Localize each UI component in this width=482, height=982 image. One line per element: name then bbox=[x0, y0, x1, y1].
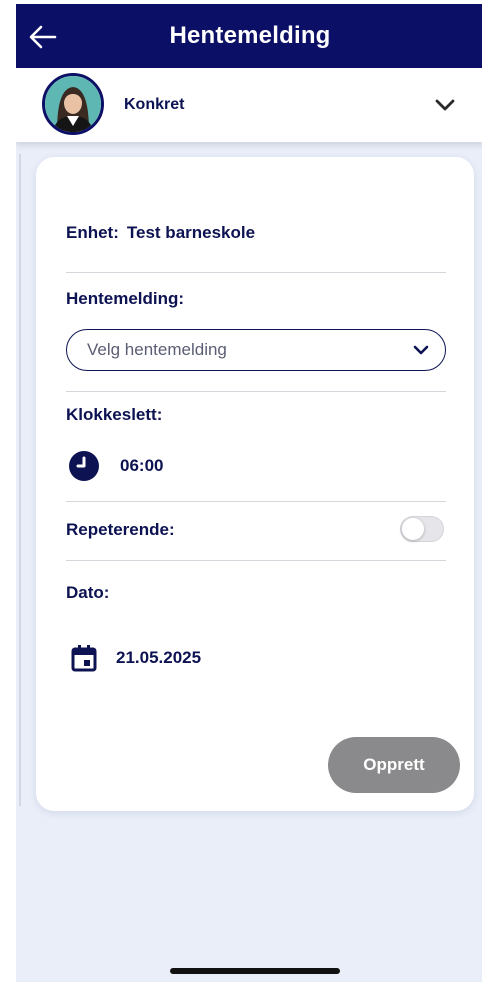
time-value: 06:00 bbox=[120, 456, 164, 475]
hentemelding-select[interactable]: Velg hentemelding bbox=[66, 329, 446, 371]
enhet-row: Enhet: Test barneskole bbox=[66, 223, 263, 243]
profile-selector[interactable]: Konkret bbox=[16, 68, 482, 142]
divider bbox=[66, 391, 446, 392]
app-screen: Hentemelding Konkret Enhet: Test barnesko… bbox=[16, 4, 482, 982]
date-picker[interactable]: 21.05.2025 bbox=[70, 641, 201, 675]
home-indicator bbox=[170, 968, 340, 974]
toggle-knob bbox=[402, 518, 424, 540]
profile-name: Konkret bbox=[124, 96, 185, 113]
klokkeslett-label: Klokkeslett: bbox=[66, 405, 163, 424]
top-bar: Hentemelding bbox=[16, 4, 482, 68]
chevron-down-icon[interactable] bbox=[434, 96, 456, 114]
enhet-label: Enhet: bbox=[66, 223, 119, 242]
divider bbox=[66, 501, 446, 502]
repeterende-label: Repeterende: bbox=[66, 520, 175, 539]
hentemelding-label: Hentemelding: bbox=[66, 289, 185, 308]
back-button[interactable] bbox=[26, 20, 60, 54]
time-picker[interactable]: 06:00 bbox=[68, 449, 163, 483]
calendar-icon bbox=[71, 645, 97, 672]
date-value: 21.05.2025 bbox=[116, 648, 202, 667]
side-divider bbox=[19, 154, 21, 806]
divider bbox=[66, 272, 446, 273]
avatar bbox=[42, 73, 104, 135]
repeat-toggle[interactable] bbox=[400, 516, 444, 542]
page-title: Hentemelding bbox=[169, 22, 331, 49]
divider bbox=[66, 560, 446, 561]
clock-icon bbox=[69, 451, 99, 481]
enhet-value: Test barneskole bbox=[126, 223, 256, 242]
create-button[interactable]: Opprett bbox=[328, 737, 460, 793]
arrow-left-icon bbox=[29, 25, 57, 49]
form-card: Enhet: Test barneskole Hentemelding: Velg… bbox=[36, 157, 474, 811]
dato-label: Dato: bbox=[66, 583, 110, 602]
hentemelding-placeholder: Velg hentemelding bbox=[87, 340, 227, 359]
chevron-down-icon bbox=[413, 345, 429, 355]
